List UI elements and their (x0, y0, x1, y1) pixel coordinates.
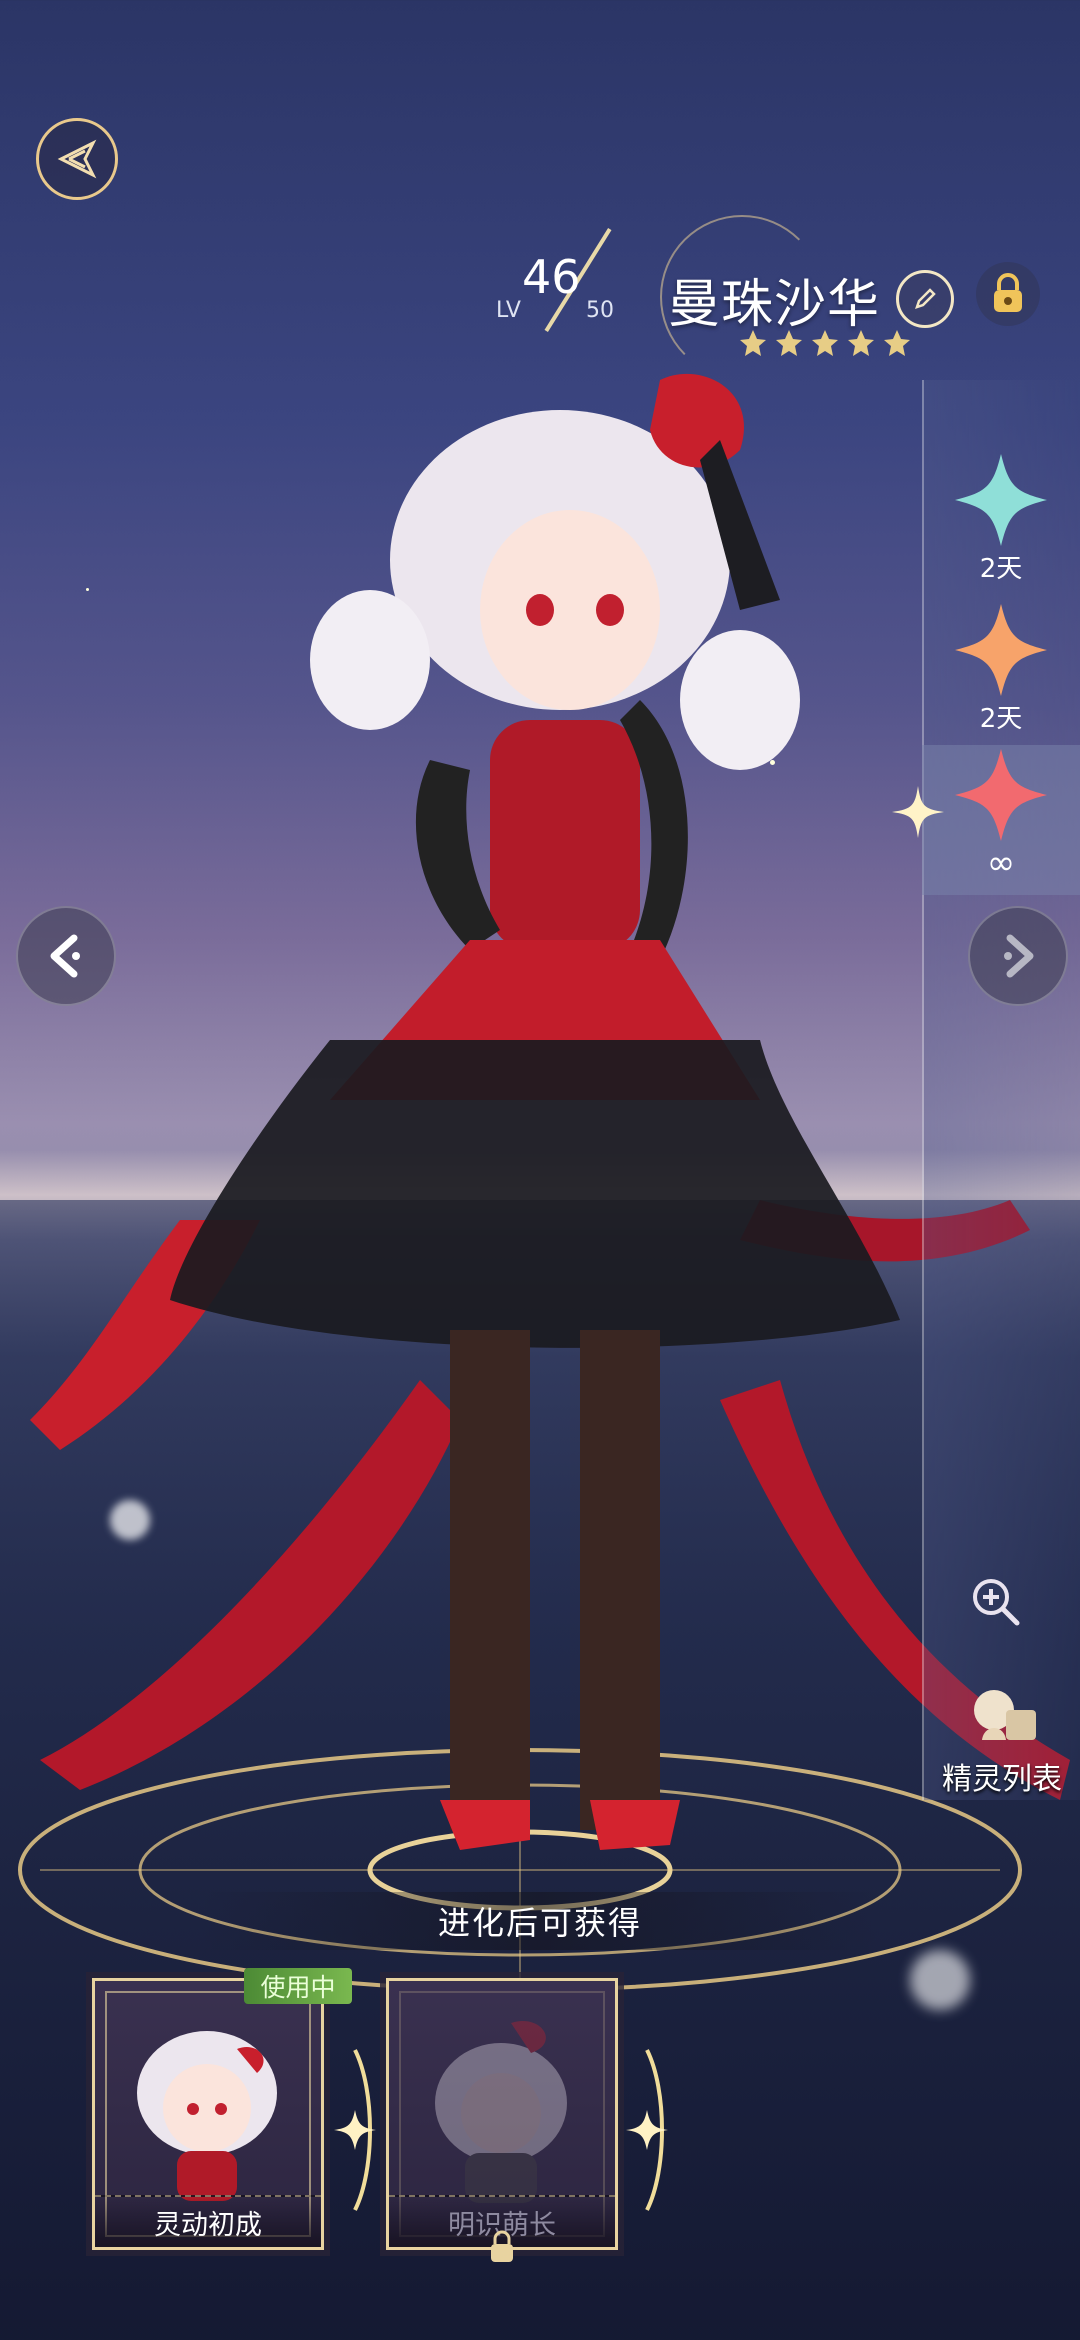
chevron-left-icon (50, 934, 80, 978)
sparkle-gem-icon (955, 604, 1047, 696)
rename-button[interactable] (896, 270, 954, 328)
star-icon (740, 330, 766, 356)
zoom-in-icon (973, 1579, 1020, 1626)
skin-slot-1[interactable]: 2天 (922, 450, 1080, 600)
elf-list-button[interactable]: 精灵列表 (928, 1680, 1076, 1800)
evolve-banner: 进化后可获得 (200, 1892, 880, 1950)
next-character-button[interactable] (968, 906, 1068, 1006)
evolve-banner-text: 进化后可获得 (437, 1904, 642, 1942)
star-icon (812, 330, 838, 356)
lock-button[interactable] (976, 262, 1040, 326)
level-current: 46 (522, 250, 581, 304)
star-icon (884, 330, 910, 356)
level-label: LV (496, 298, 521, 323)
zoom-button[interactable] (960, 1566, 1030, 1636)
selected-sparkle-icon (892, 786, 944, 838)
elf-list-icon (974, 1690, 1036, 1740)
form-card-2[interactable]: 明识萌长 (386, 1978, 618, 2262)
elf-list-label: 精灵列表 (942, 1762, 1062, 1797)
evolve-arrow-icon (626, 2049, 668, 2211)
fan-back-icon (57, 139, 97, 179)
star-icon (848, 330, 874, 356)
in-use-badge: 使用中 (244, 1968, 352, 2004)
evolve-arrow-icon (334, 2049, 376, 2211)
star-icon (776, 330, 802, 356)
form-card-1[interactable]: 灵动初成 (92, 1978, 324, 2250)
rarity-stars (738, 328, 912, 358)
back-button[interactable] (36, 118, 118, 200)
pencil-icon (915, 288, 936, 309)
sparkle-gem-icon (955, 454, 1047, 546)
chevron-right-icon (1004, 934, 1034, 978)
skin-duration: ∞ (986, 843, 1016, 883)
sparkle-gem-icon (955, 749, 1047, 841)
lock-icon (994, 273, 1022, 312)
skin-duration: 2天 (979, 554, 1023, 584)
form-card-caption: 灵动初成 (95, 2195, 321, 2247)
level-max: 50 (586, 298, 614, 323)
skin-duration: 2天 (979, 704, 1023, 734)
character-name: 曼珠沙华 (668, 275, 881, 335)
prev-character-button[interactable] (16, 906, 116, 1006)
skin-slot-2[interactable]: 2天 (922, 600, 1080, 750)
lock-icon (491, 2230, 513, 2262)
